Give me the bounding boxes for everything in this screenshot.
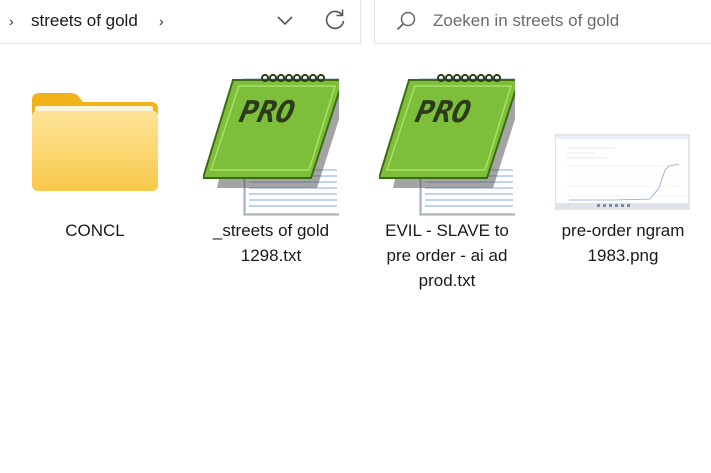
breadcrumb-chevron-icon[interactable]: › (159, 13, 164, 29)
search-box[interactable] (374, 0, 711, 44)
chevron-down-icon[interactable] (274, 10, 296, 32)
pro-badge: PRO (236, 95, 298, 130)
file-name: pre-order ngram 1983.png (561, 221, 685, 265)
file-name: _streets of gold 1298.txt (212, 221, 330, 265)
pro-badge: PRO (412, 95, 474, 130)
file-item-image[interactable]: pre-order ngram 1983.png (554, 66, 691, 268)
file-item-text[interactable]: PRO EVIL - SLAVE to pre order - ai ad pr… (377, 66, 525, 293)
image-thumbnail (554, 134, 690, 210)
refresh-icon[interactable] (323, 7, 347, 33)
file-name: EVIL - SLAVE to pre order - ai ad prod.t… (385, 221, 509, 290)
address-bar[interactable]: › streets of gold › (0, 0, 361, 44)
folder-icon (32, 93, 158, 191)
editpad-pro-icon: PRO (201, 74, 349, 216)
file-item-text[interactable]: PRO _streets of gold 1298.txt (201, 66, 349, 268)
breadcrumb-current-folder[interactable]: streets of gold (31, 11, 138, 31)
search-input[interactable] (433, 11, 693, 31)
editpad-pro-icon: PRO (377, 74, 525, 216)
search-icon (396, 11, 416, 31)
file-item-folder[interactable]: CONCL (27, 66, 163, 243)
breadcrumb-expand-chevron-icon[interactable]: › (9, 13, 14, 29)
file-name: CONCL (65, 221, 125, 240)
